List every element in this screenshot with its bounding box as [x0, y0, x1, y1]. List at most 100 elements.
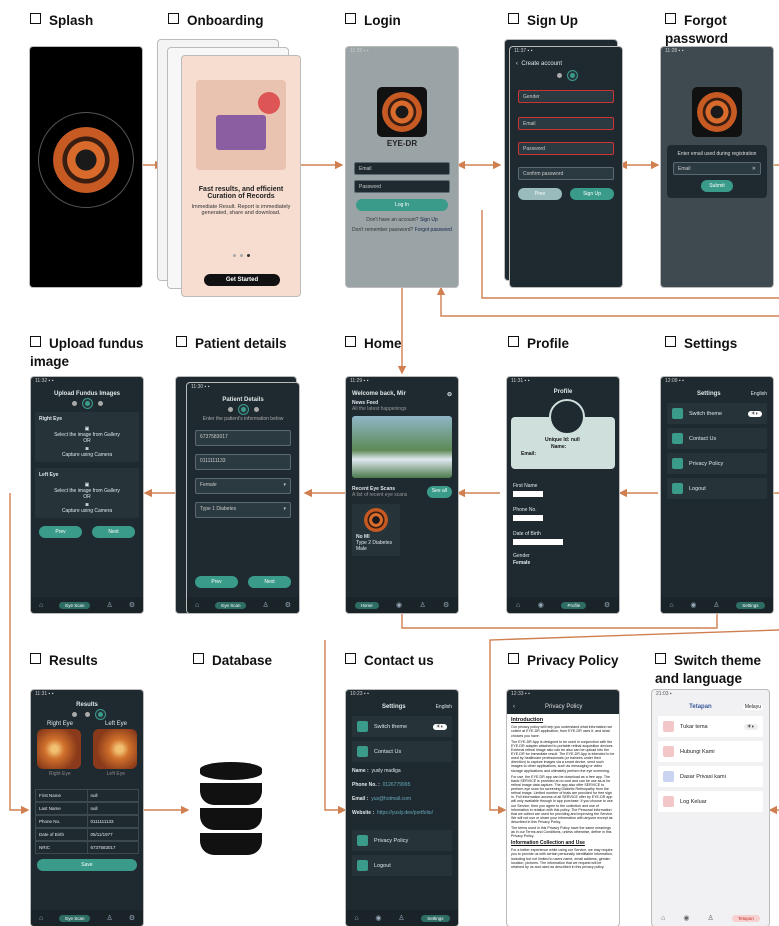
recent-scan-card[interactable]: No MI Type 2 Diabetes Male	[352, 504, 400, 556]
right-gallery-option[interactable]: ▣ Select the image from Gallery OR	[39, 426, 135, 444]
table-row: First Name null	[35, 789, 139, 802]
person-icon[interactable]: ♙	[419, 601, 425, 609]
person-icon[interactable]: ♙	[713, 601, 719, 609]
login-button[interactable]: Log In	[356, 199, 448, 211]
gear-icon[interactable]: ⚙	[285, 601, 291, 609]
logout-row[interactable]: Logout	[667, 478, 767, 499]
gear-icon[interactable]: ⚙	[604, 601, 610, 609]
person-icon[interactable]: ♙	[262, 601, 268, 609]
login-logo	[377, 87, 427, 137]
patient-prev-button[interactable]: Prev	[195, 576, 238, 588]
home-icon[interactable]: ⌂	[661, 915, 665, 922]
patient-next-button[interactable]: Next	[248, 576, 291, 588]
login-email-input[interactable]: Email	[354, 162, 450, 175]
signup-confirm-input[interactable]: Confirm password	[518, 167, 614, 180]
forgot-dialog: Enter email used during registration Ema…	[667, 145, 767, 198]
signup-prev-button[interactable]: Prev	[518, 188, 562, 200]
nav-profile[interactable]: Profile	[561, 601, 587, 609]
gear-icon[interactable]: ⚙	[129, 601, 135, 609]
phone-value	[513, 515, 543, 521]
switch-theme-row[interactable]: Switch theme ☀◐	[352, 716, 452, 737]
signup-header: ‹ Create account	[516, 61, 563, 67]
card-status: Male	[356, 546, 367, 552]
contact-us-row[interactable]: Hubungi Kami	[658, 741, 763, 762]
get-started-button[interactable]: Get Started	[204, 274, 280, 286]
nav-eyescan[interactable]: Eye Scan	[59, 914, 91, 922]
contact-us-row[interactable]: Contact Us	[352, 741, 452, 762]
patient-phone-input[interactable]: 0111111133	[195, 454, 291, 470]
eye-icon[interactable]: ◉	[396, 601, 402, 609]
switch-theme-row[interactable]: Tukar tema ☀◐	[658, 716, 763, 737]
theme-toggle[interactable]: ☀◐	[432, 723, 447, 730]
screen-home: 11:29 ▪ ▪ Welcome back, Mir ⊖ News Feed A…	[346, 377, 458, 613]
home-icon[interactable]: ⌂	[195, 602, 199, 609]
forgot-email-input[interactable]: Email ✕	[673, 162, 761, 175]
theme-toggle[interactable]: ☀◐	[743, 723, 758, 730]
results-save-button[interactable]: Save	[37, 859, 137, 871]
eye-icon[interactable]: ◉	[683, 914, 689, 922]
sun-icon	[663, 721, 674, 732]
person-icon[interactable]: ♙	[708, 914, 714, 922]
upload-prev-button[interactable]: Prev	[39, 526, 82, 538]
screen-upload: 11:32 ▪ ▪ Upload Fundus Images Right Eye…	[31, 377, 143, 613]
theme-toggle[interactable]: ☀◐	[747, 410, 762, 417]
right-camera-option[interactable]: ◙ Capture using Camera	[39, 446, 135, 458]
eye-icon[interactable]: ◉	[375, 914, 381, 922]
forgot-link[interactable]: Forgot password	[415, 227, 452, 233]
language-toggle[interactable]: English	[751, 391, 767, 397]
nav-settings[interactable]: Settings	[421, 914, 450, 922]
home-icon[interactable]: ⌂	[354, 915, 358, 922]
gear-icon[interactable]: ⚙	[129, 914, 135, 922]
person-icon[interactable]: ♙	[106, 601, 112, 609]
signup-password-input[interactable]: Password	[518, 142, 614, 155]
clear-icon[interactable]: ✕	[752, 166, 756, 172]
signup-submit-button[interactable]: Sign Up	[570, 188, 614, 200]
language-toggle[interactable]: Melayu	[742, 704, 763, 710]
patient-id-input[interactable]: 6737583017	[195, 430, 291, 446]
news-carousel[interactable]	[352, 416, 452, 478]
person-icon[interactable]: ♙	[398, 914, 404, 922]
home-icon[interactable]: ⌂	[39, 915, 43, 922]
nav-settings[interactable]: Settings	[736, 601, 765, 609]
home-icon[interactable]: ⌂	[669, 602, 673, 609]
eye-icon[interactable]: ◉	[538, 601, 544, 609]
patient-type-select[interactable]: Type 1 Diabetes ▾	[195, 502, 291, 518]
signup-email-input[interactable]: Email	[518, 117, 614, 130]
login-password-input[interactable]: Password	[354, 180, 450, 193]
nav-eyescan[interactable]: Eye Scan	[59, 601, 91, 609]
privacy-content[interactable]: Introduction Our privacy policy will hel…	[507, 714, 619, 874]
person-icon[interactable]: ♙	[106, 914, 112, 922]
home-icon[interactable]: ⌂	[516, 602, 520, 609]
nav-eyescan[interactable]: Eye Scan	[215, 601, 247, 609]
nav-settings[interactable]: Tetapan	[731, 914, 760, 922]
recent-subtitle: A list of recent eye scans	[352, 492, 408, 498]
gear-icon[interactable]: ⚙	[443, 601, 449, 609]
contact-us-row[interactable]: Contact Us	[667, 428, 767, 449]
privacy-policy-row[interactable]: Privacy Policy	[667, 453, 767, 474]
logout-icon[interactable]: ⊖	[447, 391, 452, 398]
language-toggle[interactable]: English	[436, 704, 452, 710]
eye-icon[interactable]: ◉	[690, 601, 696, 609]
switch-theme-row[interactable]: Switch theme ☀◐	[667, 403, 767, 424]
avatar[interactable]	[549, 399, 585, 435]
left-gallery-option[interactable]: ▣ Select the image from Gallery OR	[39, 482, 135, 500]
nav-home[interactable]: Home	[354, 601, 379, 609]
privacy-policy-row[interactable]: Dasar Privasi kami	[658, 766, 763, 787]
see-all-button[interactable]: See all	[426, 486, 452, 498]
status-bar: 11:29 ▪ ▪	[350, 378, 369, 384]
status-bar: 11:32 ▪ ▪	[35, 378, 54, 384]
home-icon[interactable]: ⌂	[39, 602, 43, 609]
left-camera-option[interactable]: ◙ Capture using Camera	[39, 502, 135, 514]
logout-row[interactable]: Log Keluar	[658, 791, 763, 812]
back-icon[interactable]: ‹	[513, 704, 515, 710]
patient-gender-select[interactable]: Female ▾	[195, 478, 291, 494]
upload-next-button[interactable]: Next	[92, 526, 135, 538]
signup-link[interactable]: Sign Up	[420, 217, 438, 223]
forgot-submit-button[interactable]: Submit	[701, 180, 733, 192]
privacy-policy-row[interactable]: Privacy Policy	[352, 830, 452, 851]
right-eye-image	[37, 729, 81, 769]
privacy-p4: The terms used in this Privacy Policy ha…	[511, 826, 612, 839]
gender-select[interactable]: Gender	[518, 90, 614, 103]
logout-row[interactable]: Logout	[352, 855, 452, 876]
sun-icon	[357, 721, 368, 732]
